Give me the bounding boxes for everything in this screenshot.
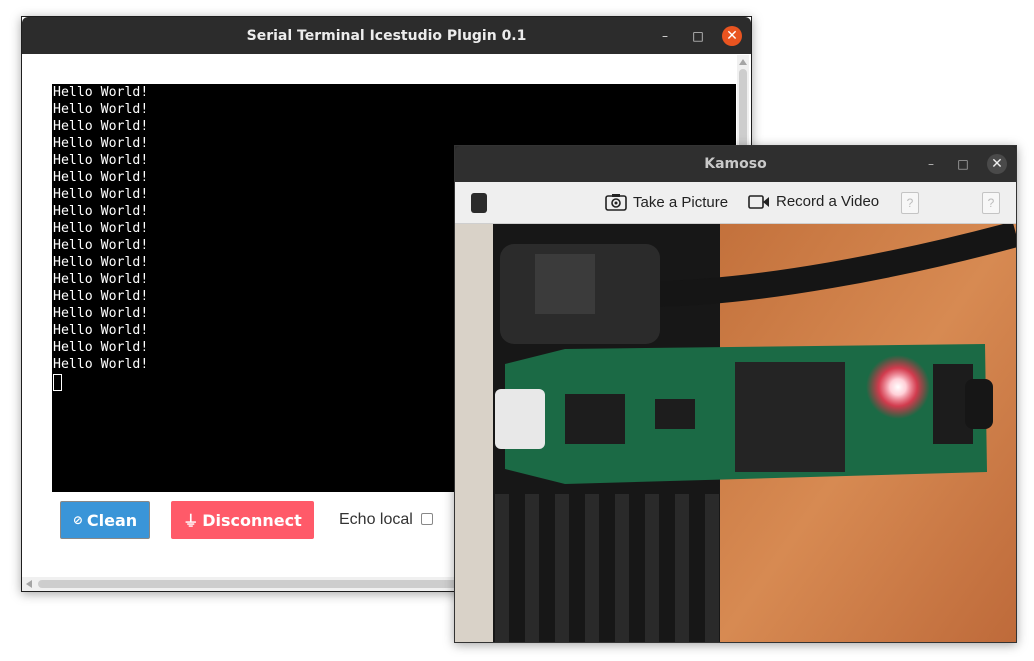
kamoso-window: Kamoso – □ ✕ Take a Picture Record a Vid… xyxy=(454,145,1017,643)
kamoso-titlebar[interactable]: Kamoso – □ ✕ xyxy=(455,146,1016,182)
plug-icon: ⏚ xyxy=(183,511,199,530)
disconnect-label: Disconnect xyxy=(202,510,302,530)
terminal-line: Hello World! xyxy=(53,102,149,117)
camera-icon xyxy=(605,194,627,211)
terminal-line: Hello World! xyxy=(53,85,149,100)
help-button[interactable]: ? xyxy=(901,192,919,214)
record-video-label: Record a Video xyxy=(776,193,880,210)
terminal-line: Hello World! xyxy=(53,119,149,134)
eraser-icon: ⊘ xyxy=(72,513,83,527)
echo-local-checkbox[interactable] xyxy=(421,513,433,525)
echo-local-label: Echo local xyxy=(339,511,413,528)
close-button[interactable]: ✕ xyxy=(987,154,1007,174)
serial-titlebar[interactable]: Serial Terminal Icestudio Plugin 0.1 – □… xyxy=(22,17,751,54)
terminal-cursor xyxy=(53,374,62,391)
scroll-up-icon[interactable] xyxy=(739,59,747,65)
camera-preview xyxy=(455,224,1016,642)
clean-button[interactable]: ⊘ Clean xyxy=(60,501,150,539)
window-title: Serial Terminal Icestudio Plugin 0.1 xyxy=(246,28,527,44)
mode-selector[interactable] xyxy=(471,193,487,213)
minimize-button[interactable]: – xyxy=(921,154,941,174)
disconnect-button[interactable]: ⏚ Disconnect xyxy=(171,501,314,539)
video-camera-icon xyxy=(748,194,769,209)
camera-preview-image xyxy=(455,224,1016,642)
help-button-2[interactable]: ? xyxy=(982,192,1000,214)
minimize-button[interactable]: – xyxy=(655,26,675,46)
maximize-button[interactable]: □ xyxy=(953,154,973,174)
kamoso-toolbar: Take a Picture Record a Video ? ? xyxy=(455,182,1016,224)
maximize-button[interactable]: □ xyxy=(688,26,708,46)
clean-label: Clean xyxy=(86,510,138,530)
scroll-left-icon[interactable] xyxy=(26,580,32,588)
take-picture-label: Take a Picture xyxy=(633,193,729,211)
take-picture-button[interactable]: Take a Picture xyxy=(605,193,728,211)
close-button[interactable]: ✕ xyxy=(722,26,742,46)
record-video-button[interactable]: Record a Video xyxy=(748,193,879,210)
